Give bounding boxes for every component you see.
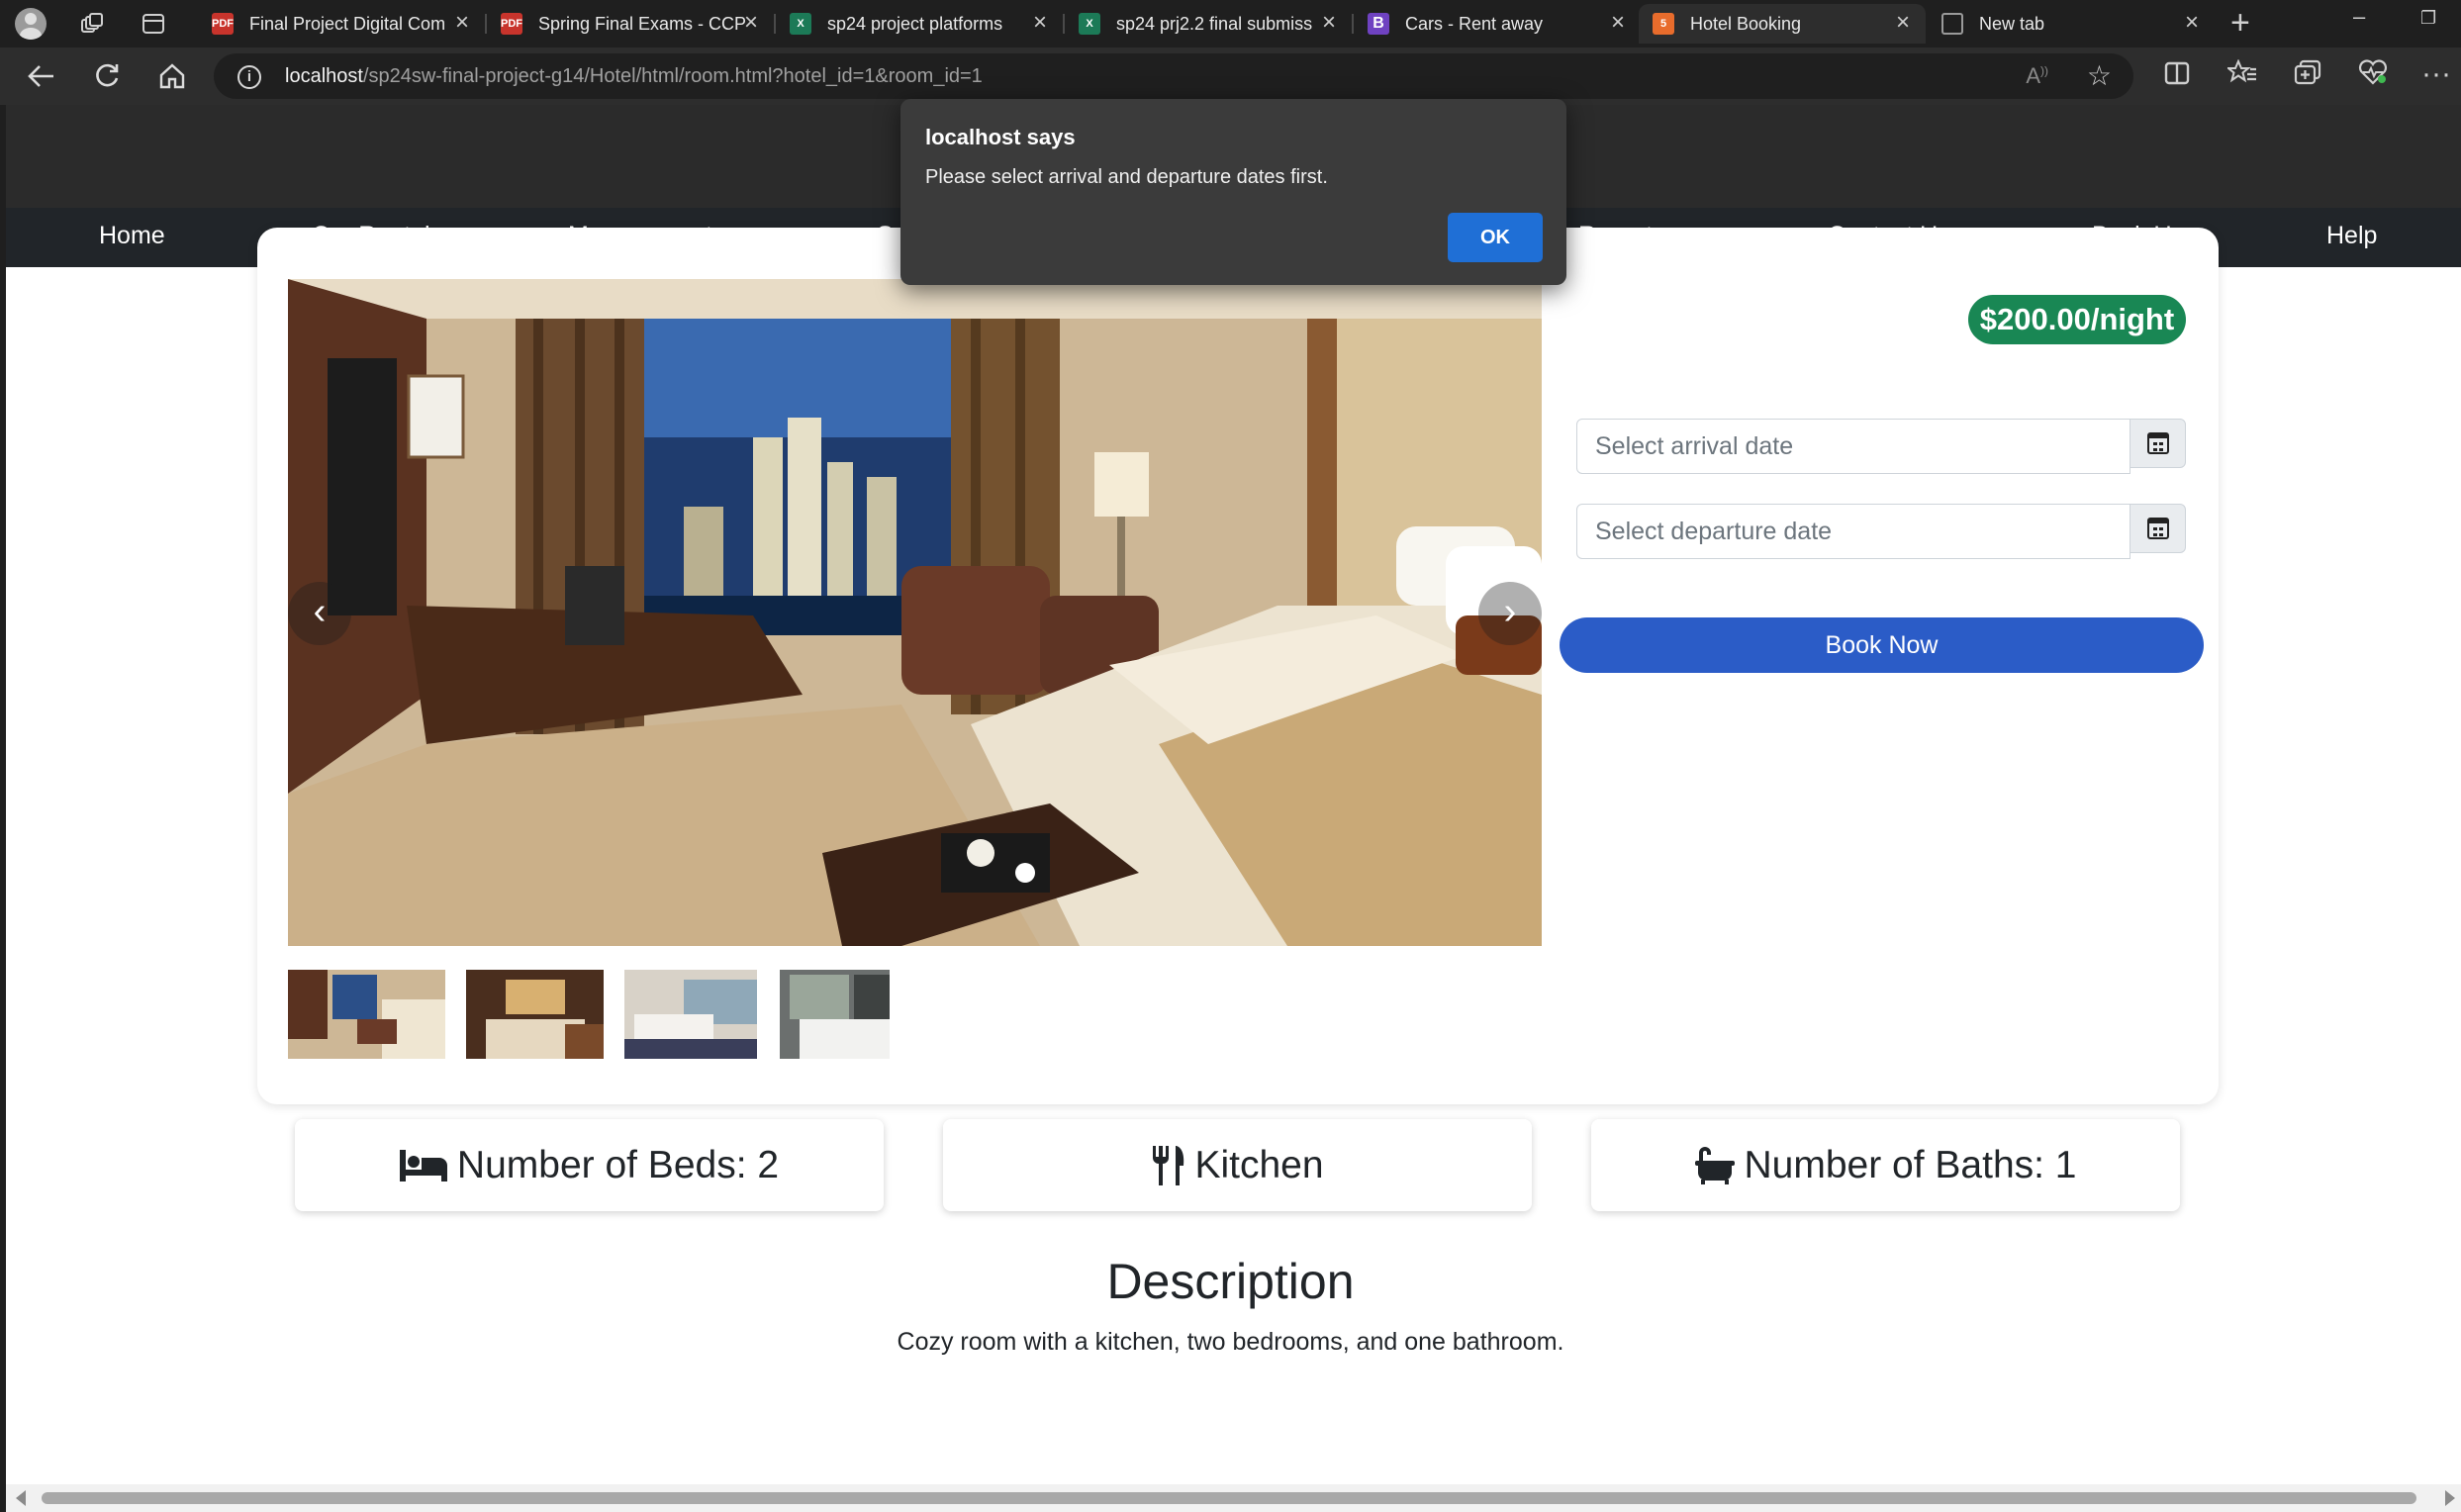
arrival-date-input[interactable] <box>1576 419 2130 474</box>
dialog-ok-button[interactable]: OK <box>1448 213 1543 262</box>
browser-essentials-heart-icon[interactable] <box>2355 59 2391 93</box>
tab-title: Spring Final Exams - CCP <box>538 13 746 34</box>
room-thumbnail[interactable] <box>288 970 445 1059</box>
feature-kitchen-text: Kitchen <box>1194 1143 1324 1186</box>
room-thumbnail[interactable] <box>466 970 604 1059</box>
close-tab-icon[interactable]: × <box>1322 11 1336 35</box>
hotel-room-photo <box>288 279 1542 946</box>
html5-favicon-icon: 5 <box>1653 13 1674 35</box>
scrollbar-thumb[interactable] <box>42 1492 2416 1504</box>
restore-icon[interactable]: ❐ <box>2420 8 2436 29</box>
scroll-left-arrow-icon[interactable] <box>16 1490 26 1506</box>
dialog-message: Please select arrival and departure date… <box>925 166 1328 188</box>
browser-tab[interactable]: PDF Spring Final Exams - CCP × <box>487 4 774 44</box>
room-image-carousel[interactable]: ‹ › <box>288 279 1542 946</box>
reload-icon[interactable] <box>89 59 125 93</box>
tab-title: Final Project Digital Com <box>249 13 446 34</box>
spreadsheet-favicon-icon: X <box>1079 13 1100 35</box>
split-screen-icon[interactable] <box>2159 59 2195 93</box>
tab-title: Hotel Booking <box>1690 13 1802 34</box>
site-info-icon[interactable]: i <box>237 65 261 89</box>
horizontal-scrollbar[interactable] <box>6 1484 2461 1512</box>
home-icon[interactable] <box>154 59 190 93</box>
minimize-icon[interactable]: – <box>2353 4 2365 30</box>
feature-beds-text: Number of Beds: 2 <box>456 1143 780 1186</box>
close-tab-icon[interactable]: × <box>455 11 469 35</box>
profile-avatar-icon[interactable] <box>14 8 47 40</box>
room-thumbnail[interactable] <box>624 970 757 1059</box>
price-badge: $200.00/night <box>1968 295 2186 344</box>
more-menu-icon[interactable]: ··· <box>2418 57 2454 91</box>
feature-baths-text: Number of Baths: 1 <box>1744 1143 2077 1186</box>
back-arrow-icon[interactable] <box>24 59 59 93</box>
departure-date-group <box>1576 504 2186 559</box>
workspaces-icon[interactable] <box>75 8 109 40</box>
carousel-next-chevron-icon[interactable]: › <box>1478 582 1542 645</box>
tab-title: sp24 project platforms <box>827 13 1003 34</box>
nav-help-link[interactable]: Help <box>2326 222 2377 250</box>
carousel-prev-chevron-icon[interactable]: ‹ <box>288 582 351 645</box>
utensils-icon <box>1151 1145 1184 1185</box>
description-heading: Description <box>1106 1254 1355 1309</box>
favorites-list-icon[interactable] <box>2224 58 2260 93</box>
address-bar[interactable]: i localhost/sp24sw-final-project-g14/Hot… <box>214 53 2133 99</box>
browser-tab[interactable]: New tab × <box>1928 4 2215 44</box>
tab-actions-icon[interactable] <box>137 8 170 40</box>
close-tab-icon[interactable]: × <box>1033 11 1047 35</box>
arrival-date-group <box>1576 419 2186 474</box>
departure-date-input[interactable] <box>1576 504 2130 559</box>
new-tab-plus-icon[interactable]: + <box>2230 6 2250 40</box>
tab-title: New tab <box>1979 13 2045 34</box>
read-aloud-icon[interactable]: A)) <box>2026 63 2048 89</box>
browser-tab[interactable]: B Cars - Rent away × <box>1354 4 1641 44</box>
browser-toolbar: i localhost/sp24sw-final-project-g14/Hot… <box>0 47 2461 105</box>
url-text: localhost/sp24sw-final-project-g14/Hotel… <box>285 65 983 87</box>
book-now-button[interactable]: Book Now <box>1560 617 2204 673</box>
new-tab-favicon-icon <box>1941 13 1963 35</box>
close-tab-icon[interactable]: × <box>2185 11 2199 35</box>
alert-dialog: localhost says Please select arrival and… <box>900 99 1566 285</box>
close-tab-icon[interactable]: × <box>1896 11 1910 35</box>
feature-beds-card: Number of Beds: 2 <box>295 1119 884 1211</box>
favorite-star-icon[interactable]: ☆ <box>2087 59 2112 92</box>
bed-icon <box>399 1149 447 1181</box>
feature-baths-card: Number of Baths: 1 <box>1591 1119 2180 1211</box>
close-tab-icon[interactable]: × <box>1611 11 1625 35</box>
pdf-favicon-icon: PDF <box>212 13 234 35</box>
spreadsheet-favicon-icon: X <box>790 13 811 35</box>
dialog-title: localhost says <box>925 125 1076 149</box>
scroll-right-arrow-icon[interactable] <box>2445 1490 2455 1506</box>
browser-tab[interactable]: PDF Final Project Digital Com × <box>198 4 485 44</box>
calendar-icon <box>2146 432 2169 454</box>
bootstrap-favicon-icon: B <box>1368 13 1389 35</box>
browser-tab[interactable]: X sp24 project platforms × <box>776 4 1063 44</box>
room-thumbnail[interactable] <box>780 970 890 1059</box>
calendar-icon <box>2146 518 2169 539</box>
close-tab-icon[interactable]: × <box>744 11 758 35</box>
nav-home-link[interactable]: Home <box>99 222 165 250</box>
feature-kitchen-card: Kitchen <box>943 1119 1532 1211</box>
departure-calendar-button[interactable] <box>2130 504 2186 553</box>
description-text: Cozy room with a kitchen, two bedrooms, … <box>897 1328 1564 1356</box>
tab-title: sp24 prj2.2 final submiss <box>1116 13 1313 34</box>
bath-icon <box>1694 1146 1735 1184</box>
browser-tab-bar: PDF Final Project Digital Com × PDF Spri… <box>0 0 2461 47</box>
tab-title: Cars - Rent away <box>1405 13 1544 34</box>
pdf-favicon-icon: PDF <box>501 13 522 35</box>
browser-tab[interactable]: X sp24 prj2.2 final submiss × <box>1065 4 1352 44</box>
browser-tab-active[interactable]: 5 Hotel Booking × <box>1639 4 1926 44</box>
collections-icon[interactable] <box>2290 59 2325 93</box>
arrival-calendar-button[interactable] <box>2130 419 2186 468</box>
